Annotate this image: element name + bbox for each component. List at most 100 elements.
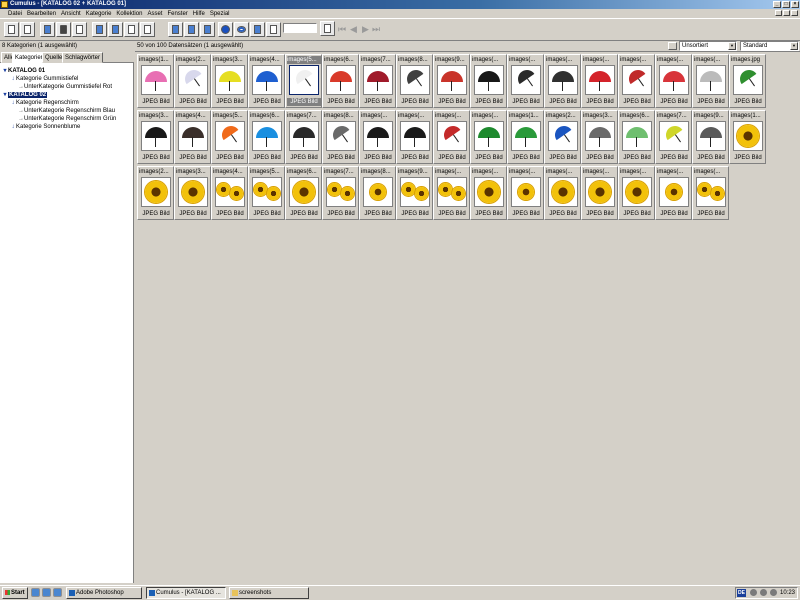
thumbnail-item[interactable]: images(1... JPEG Bild [137,54,174,108]
thumbnail-item[interactable]: images(8... JPEG Bild [359,166,396,220]
thumbnail-item[interactable]: images(3... JPEG Bild [137,110,174,164]
thumbnail-image[interactable] [696,121,726,151]
thumbnail-item[interactable]: images(9... JPEG Bild [396,166,433,220]
thumbnail-image[interactable] [178,65,208,95]
thumbnail-item[interactable]: images(6... JPEG Bild [248,110,285,164]
thumbnail-image[interactable] [437,177,467,207]
volume-icon[interactable] [750,589,757,596]
task-photoshop[interactable]: Adobe Photoshop [66,587,142,599]
next-record-icon[interactable]: ▶ [362,24,370,34]
thumbnail-item[interactable]: images(... JPEG Bild [692,166,729,220]
thumbnail-image[interactable] [659,121,689,151]
thumbnail-image[interactable] [400,65,430,95]
thumbnail-item[interactable]: images(... JPEG Bild [507,54,544,108]
thumbnail-image[interactable] [585,177,615,207]
thumbnail-image[interactable] [363,177,393,207]
quick-search-input[interactable] [283,23,317,33]
thumbnail-image[interactable] [215,65,245,95]
thumbnail-image[interactable] [437,65,467,95]
thumbnail-item[interactable]: images(9... JPEG Bild [692,110,729,164]
thumbnail-image[interactable] [585,121,615,151]
thumbnail-item[interactable]: images(3... JPEG Bild [211,54,248,108]
sort-select[interactable]: Unsortiert ▼ [679,41,737,51]
thumbnail-item[interactable]: images(9... JPEG Bild [433,54,470,108]
thumbnail-image[interactable] [511,121,541,151]
start-button[interactable]: Start [2,587,28,599]
thumbnail-image[interactable] [141,121,171,151]
thumbnail-image[interactable] [363,121,393,151]
thumbnail-item[interactable]: images(2... JPEG Bild [174,54,211,108]
view-preview-button[interactable] [140,22,155,37]
thumbnail-item[interactable]: images(5... JPEG Bild [248,166,285,220]
flip-button[interactable] [200,22,215,37]
thumbnail-item[interactable]: images(... JPEG Bild [507,166,544,220]
thumbnail-image[interactable] [659,177,689,207]
thumbnail-image[interactable] [400,121,430,151]
desktop-icon[interactable] [42,588,51,597]
thumbnail-item[interactable]: images(... JPEG Bild [433,110,470,164]
rotate-right-button[interactable] [184,22,199,37]
thumbnail-item[interactable]: images(... JPEG Bild [655,54,692,108]
thumbnail-image[interactable] [696,65,726,95]
menu-bearbeiten[interactable]: Bearbeiten [27,11,56,17]
thumbnail-image[interactable] [622,121,652,151]
view-list-button[interactable] [108,22,123,37]
menu-ansicht[interactable]: Ansicht [61,11,81,17]
tab-schlagwoerter[interactable]: Schlagwörter [62,52,104,63]
thumbnail-image[interactable] [141,65,171,95]
thumbnail-item[interactable]: images(6... JPEG Bild [285,166,322,220]
tree-node[interactable]: ▾ KATALOG 01 [2,67,45,75]
thumbnail-image[interactable] [733,121,763,151]
thumbnail-image[interactable] [326,177,356,207]
quick-search-button[interactable] [320,21,335,36]
tree-node[interactable]: ▾ KATALOG 02 [2,91,48,99]
tree-node[interactable]: ↓ Kategorie Sonnenblume [10,123,81,131]
thumbnail-image[interactable] [252,65,282,95]
thumbnail-item[interactable]: images(... JPEG Bild [544,54,581,108]
thumbnail-item[interactable]: images(... JPEG Bild [692,54,729,108]
menu-spezial[interactable]: Spezial [210,11,230,17]
view-select[interactable]: Standard ▼ [740,41,799,51]
thumbnail-item[interactable]: images(... JPEG Bild [618,54,655,108]
copy-button[interactable] [72,22,87,37]
thumbnail-item[interactable]: images(8... JPEG Bild [396,54,433,108]
ie-icon[interactable] [31,588,40,597]
task-cumulus[interactable]: Cumulus - [KATALOG ... [146,587,226,599]
preview-eye-button[interactable] [234,22,249,37]
doc-close-button[interactable] [791,10,798,16]
thumbnail-image[interactable] [363,65,393,95]
thumbnail-image[interactable] [400,177,430,207]
new-catalog-button[interactable] [4,22,19,37]
thumbnail-item[interactable]: images(3... JPEG Bild [581,110,618,164]
chevron-down-icon[interactable]: ▼ [790,42,798,50]
view-thumbnails-button[interactable] [92,22,107,37]
catalog-assets-button[interactable] [40,22,55,37]
tree-node[interactable]: →UnterKategorie Gummistiefel Rot [18,83,112,91]
view-details-button[interactable] [124,22,139,37]
thumbnail-image[interactable] [326,121,356,151]
thumbnail-image[interactable] [437,121,467,151]
thumbnail-item[interactable]: images(... JPEG Bild [655,166,692,220]
menu-kollektion[interactable]: Kollektion [116,11,142,17]
thumbnail-image[interactable] [326,65,356,95]
thumbnail-image[interactable] [252,121,282,151]
sort-direction-button[interactable] [668,42,677,50]
tree-node[interactable]: →UnterKategorie Regenschirm Blau [18,107,115,115]
thumbnail-item[interactable]: images(7... JPEG Bild [322,166,359,220]
thumbnail-image[interactable] [474,121,504,151]
thumbnail-item[interactable]: images(... JPEG Bild [433,166,470,220]
thumbnail-item[interactable]: images(3... JPEG Bild [174,166,211,220]
thumbnail-item[interactable]: images(5... JPEG Bild [211,110,248,164]
language-indicator[interactable]: DE [737,589,746,597]
thumbnail-image[interactable] [289,65,319,95]
thumbnail-item[interactable]: images(5... JPEG Bild [285,54,322,108]
minimize-button[interactable]: _ [773,1,781,8]
thumbnail-item[interactable]: images(... JPEG Bild [618,166,655,220]
thumbnail-image[interactable] [548,65,578,95]
open-catalog-button[interactable] [20,22,35,37]
thumbnail-item[interactable]: images(8... JPEG Bild [322,110,359,164]
thumbnail-image[interactable] [696,177,726,207]
task-screenshots[interactable]: screenshots [229,587,309,599]
thumbnail-image[interactable] [585,65,615,95]
thumbnail-image[interactable] [659,65,689,95]
